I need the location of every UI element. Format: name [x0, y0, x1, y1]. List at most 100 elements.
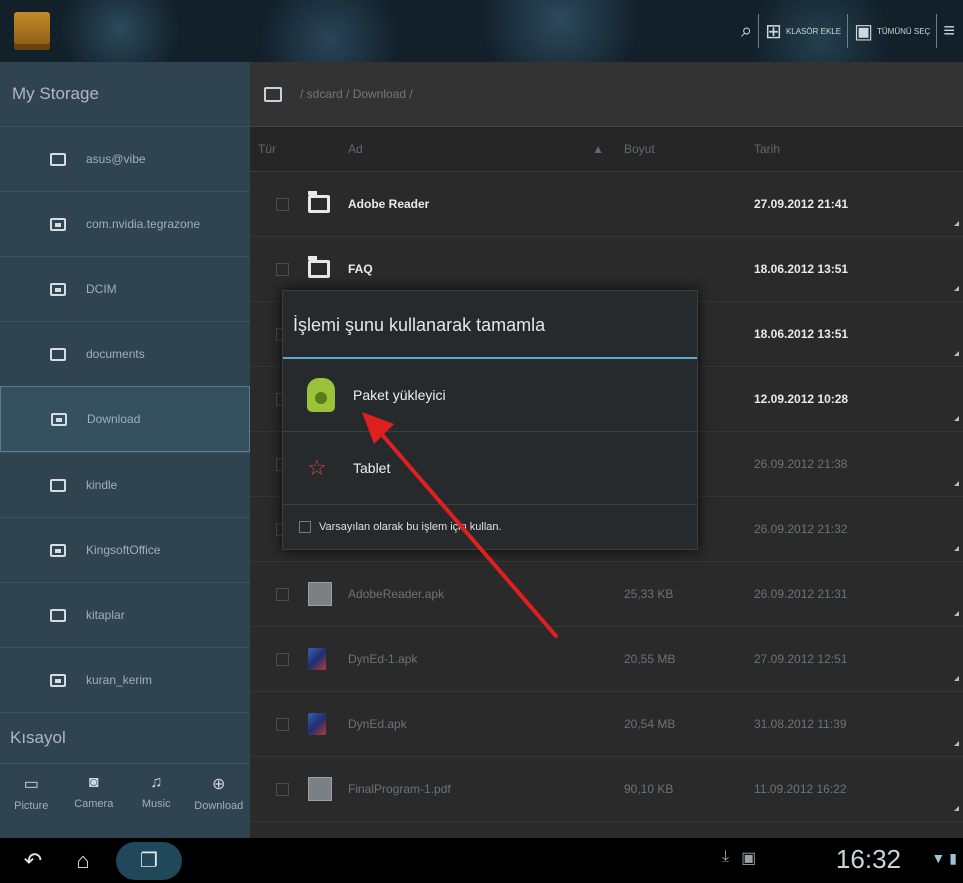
- app-icon[interactable]: [14, 12, 50, 50]
- column-name[interactable]: Ad ▲: [348, 142, 624, 156]
- picture-icon: ▭: [23, 776, 39, 793]
- complete-action-dialog: İşlemi şunu kullanarak tamamla Paket yük…: [282, 290, 698, 550]
- sidebar-item-label: documents: [86, 347, 145, 361]
- sidebar-item-label: kitaplar: [86, 608, 125, 622]
- shortcut-picture[interactable]: ▭ Picture: [0, 764, 63, 836]
- shortcut-label: Picture: [14, 800, 49, 812]
- download-icon: ⊕: [212, 776, 226, 793]
- shortcut-download[interactable]: ⊕ Download: [188, 764, 251, 836]
- sidebar-item-label: kindle: [86, 478, 118, 492]
- menu-icon: ≡: [943, 19, 955, 42]
- sidebar-item-kuran-kerim[interactable]: kuran_kerim: [0, 647, 250, 712]
- file-date: 11.09.2012 16:22: [754, 782, 847, 796]
- folder-icon: [50, 152, 66, 166]
- sidebar-item-tegrazone[interactable]: com.nvidia.tegrazone: [0, 191, 250, 256]
- row-corner-icon: [954, 546, 959, 551]
- shortcut-header: Kısayol: [0, 712, 250, 763]
- file-row[interactable]: Adobe Reader 27.09.2012 21:41: [250, 172, 963, 237]
- file-date: 27.09.2012 21:41: [754, 197, 849, 211]
- home-button[interactable]: ⌂: [58, 848, 108, 874]
- recents-button[interactable]: ❐: [116, 841, 182, 880]
- column-header: Tür Ad ▲ Boyut Tarih: [250, 127, 963, 172]
- shortcut-camera[interactable]: ◙ Camera: [63, 764, 126, 836]
- row-corner-icon: [954, 286, 959, 291]
- sidebar-item-download[interactable]: Download: [0, 386, 250, 452]
- back-icon: ↶: [23, 847, 43, 873]
- column-size[interactable]: Boyut: [624, 142, 754, 156]
- row-checkbox[interactable]: [276, 652, 289, 666]
- sidebar-item-kitaplar[interactable]: kitaplar: [0, 582, 250, 647]
- sidebar-item-documents[interactable]: documents: [0, 321, 250, 386]
- row-checkbox-cell: [250, 197, 308, 211]
- divider: [936, 14, 938, 48]
- row-icon-cell: [308, 713, 348, 735]
- file-row[interactable]: AdobeReader.apk 25,33 KB 26.09.2012 21:3…: [250, 562, 963, 627]
- row-checkbox[interactable]: [276, 782, 289, 796]
- row-icon-cell: [308, 191, 348, 213]
- file-date: 31.08.2012 11:39: [754, 717, 847, 731]
- shortcut-music[interactable]: ♫ Music: [125, 764, 188, 836]
- row-corner-icon: [954, 221, 959, 226]
- back-button[interactable]: ↶: [8, 848, 58, 874]
- file-date: 26.09.2012 21:31: [754, 587, 848, 601]
- file-size: 20,54 MB: [624, 717, 676, 731]
- file-date: 26.09.2012 21:38: [754, 457, 848, 471]
- pdf-thumbnail-icon: [308, 777, 332, 801]
- option-label: Paket yükleyici: [353, 387, 446, 403]
- column-date[interactable]: Tarih: [754, 142, 944, 156]
- file-row[interactable]: DynEd.apk 20,54 MB 31.08.2012 11:39: [250, 692, 963, 757]
- wifi-icon: ▼: [931, 850, 946, 866]
- status-icons[interactable]: ▼ ▮: [931, 850, 957, 867]
- sidebar-item-kindle[interactable]: kindle: [0, 452, 250, 517]
- option-package-installer[interactable]: Paket yükleyici: [283, 359, 697, 432]
- apk-thumbnail-icon: [308, 582, 332, 606]
- sidebar-item-asus-vibe[interactable]: asus@vibe: [0, 126, 250, 191]
- row-checkbox-cell: [250, 587, 308, 601]
- select-all-label: TÜMÜNÜ SEÇ: [876, 26, 931, 36]
- sidebar-header: My Storage: [12, 84, 99, 103]
- sidebar-item-kingsoftoffice[interactable]: KingsoftOffice: [0, 517, 250, 582]
- recents-icon: ❐: [140, 850, 158, 872]
- column-type[interactable]: Tür: [250, 142, 308, 156]
- row-corner-icon: [954, 351, 959, 356]
- notification-icons[interactable]: ⤓ ▣: [722, 848, 756, 868]
- use-default-checkbox[interactable]: [299, 521, 311, 533]
- file-row[interactable]: DynEd-1.apk 20,55 MB 27.09.2012 12:51: [250, 627, 963, 692]
- sort-asc-icon: ▲: [592, 142, 604, 156]
- row-checkbox[interactable]: [276, 587, 289, 601]
- dialog-title: İşlemi şunu kullanarak tamamla: [283, 291, 697, 359]
- overflow-menu-button[interactable]: ≡: [943, 20, 955, 43]
- file-size: 90,10 KB: [624, 782, 674, 796]
- row-corner-icon: [954, 481, 959, 486]
- option-tablet[interactable]: ☆ Tablet: [283, 432, 697, 505]
- sidebar-item-dcim[interactable]: DCIM: [0, 256, 250, 321]
- search-icon: ⌕: [740, 19, 753, 42]
- use-default-row[interactable]: Varsayılan olarak bu işlem için kullan.: [283, 505, 697, 549]
- dyned-app-icon: [308, 713, 326, 735]
- file-date: 12.09.2012 10:28: [754, 392, 849, 406]
- add-folder-label: KLASÖR EKLE: [785, 26, 842, 36]
- breadcrumb-path[interactable]: / sdcard / Download /: [300, 87, 413, 101]
- file-size: 25,33 KB: [624, 587, 674, 601]
- row-corner-icon: [954, 676, 959, 681]
- file-row[interactable]: FinalProgram-1.pdf 90,10 KB 11.09.2012 1…: [250, 757, 963, 822]
- row-checkbox[interactable]: [276, 717, 289, 731]
- row-icon-cell: [308, 777, 348, 801]
- row-checkbox[interactable]: [276, 197, 289, 211]
- sidebar-item-label: com.nvidia.tegrazone: [86, 217, 201, 231]
- row-checkbox[interactable]: [276, 262, 289, 276]
- divider: [847, 14, 849, 48]
- sdcard-icon[interactable]: [264, 86, 282, 102]
- add-folder-button[interactable]: ⊞ KLASÖR EKLE: [765, 19, 841, 44]
- search-button[interactable]: ⌕: [741, 20, 752, 43]
- file-date: 18.06.2012 13:51: [754, 327, 849, 341]
- select-all-icon: ▣: [854, 20, 873, 43]
- select-all-button[interactable]: ▣ TÜMÜNÜ SEÇ: [854, 19, 930, 44]
- file-name: FinalProgram-1.pdf: [348, 782, 451, 796]
- folder-icon: [50, 543, 66, 557]
- clock[interactable]: 16:32: [836, 844, 901, 875]
- music-icon: ♫: [150, 774, 163, 791]
- file-name: AdobeReader.apk: [348, 587, 445, 601]
- folder-icon: [50, 608, 66, 622]
- android-icon: [307, 378, 335, 412]
